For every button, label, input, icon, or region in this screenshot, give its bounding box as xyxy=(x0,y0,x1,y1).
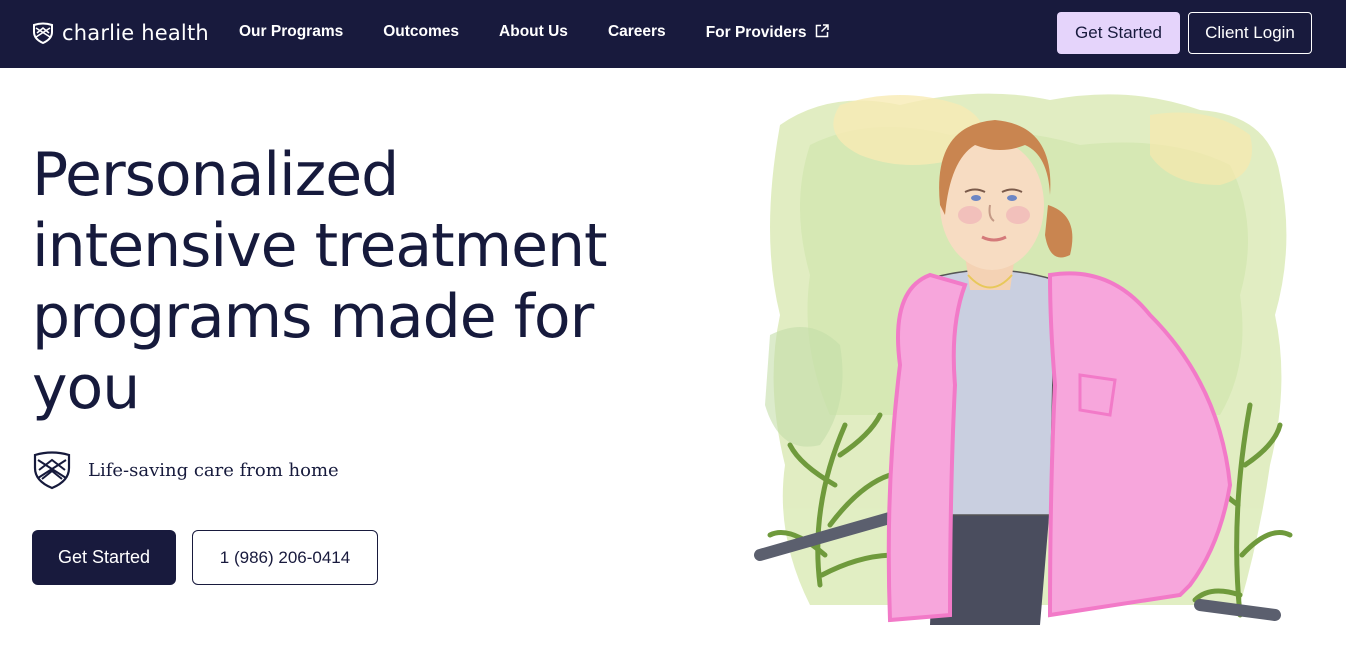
nav-link-for-providers[interactable]: For Providers xyxy=(706,23,831,42)
tagline-text: Life-saving care from home xyxy=(88,459,339,481)
phone-number-button[interactable]: 1 (986) 206-0414 xyxy=(192,530,378,585)
nav-link-about-us[interactable]: About Us xyxy=(499,23,568,42)
primary-nav: Our Programs Outcomes About Us Careers F… xyxy=(239,23,830,42)
hero-tagline: Life-saving care from home xyxy=(32,450,339,490)
stick-right xyxy=(1194,599,1281,621)
hero-illustration xyxy=(754,93,1293,625)
for-providers-label: For Providers xyxy=(705,24,807,41)
brand-name: charlie health xyxy=(62,21,209,45)
nav-link-our-programs[interactable]: Our Programs xyxy=(239,23,343,42)
nav-link-outcomes[interactable]: Outcomes xyxy=(383,23,459,42)
client-login-button[interactable]: Client Login xyxy=(1188,12,1312,54)
nav-link-careers[interactable]: Careers xyxy=(608,23,666,42)
shield-crest-icon xyxy=(33,451,71,490)
hero-get-started-button[interactable]: Get Started xyxy=(32,530,176,585)
hero-headline: Personalized intensive treatment program… xyxy=(32,140,608,423)
external-link-icon xyxy=(816,24,830,38)
nav-get-started-button[interactable]: Get Started xyxy=(1057,12,1180,54)
top-navbar: charlie health Our Programs Outcomes Abo… xyxy=(0,0,1346,68)
brand-logo[interactable]: charlie health xyxy=(32,21,209,45)
shield-logo-icon xyxy=(33,22,53,44)
